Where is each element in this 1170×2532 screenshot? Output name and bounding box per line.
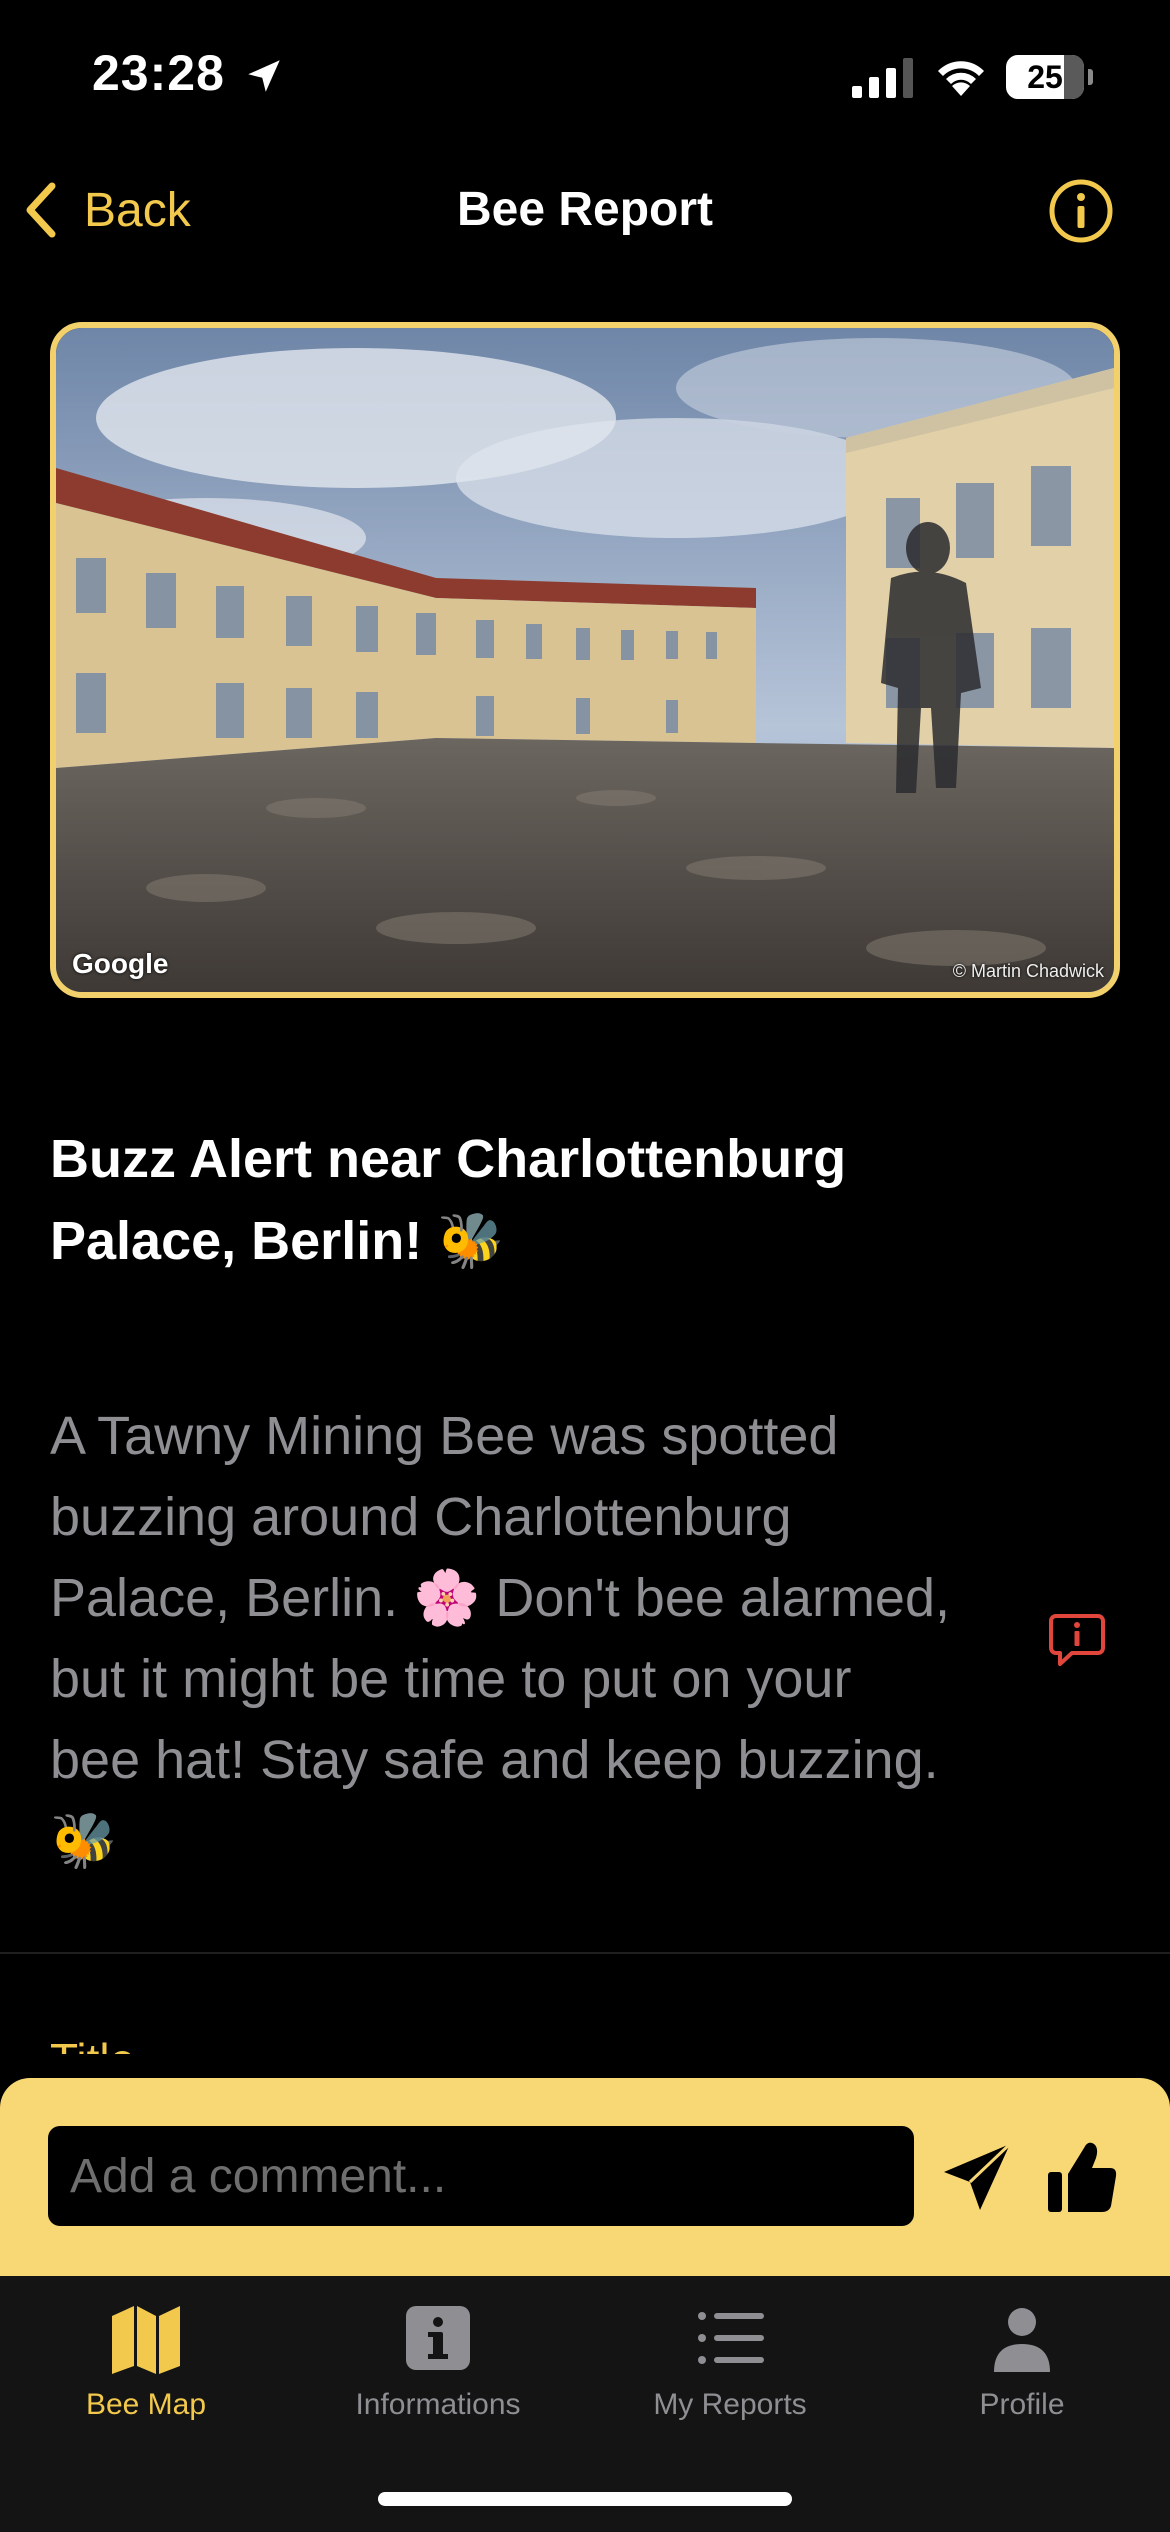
send-icon[interactable] [940, 2140, 1014, 2214]
tab-profile[interactable]: Profile [876, 2300, 1168, 2450]
info-circle-icon[interactable] [1048, 178, 1114, 244]
page-title: Bee Report [456, 183, 714, 236]
map-icon [112, 2306, 180, 2374]
status-bar: 23:28 25 [0, 0, 1170, 150]
tab-label: Informations [355, 2388, 521, 2421]
thumbs-up-icon[interactable] [1046, 2138, 1118, 2216]
navigation-bar: Back Bee Report [0, 160, 1170, 260]
street-view-image [56, 328, 1114, 992]
comment-input[interactable] [48, 2126, 914, 2226]
divider [0, 1952, 1170, 1954]
photo-watermark: Google [72, 948, 169, 979]
tab-label: My Reports [653, 2388, 807, 2421]
tab-my-reports[interactable]: My Reports [584, 2300, 876, 2450]
report-photo[interactable]: Google © Martin Chadwick [50, 322, 1120, 998]
battery-icon: 25 [1006, 55, 1093, 99]
section-label-title: Title [50, 2030, 135, 2054]
photo-credit: © Martin Chadwick [952, 961, 1104, 981]
wifi-icon [938, 61, 984, 96]
tab-informations[interactable]: Informations [292, 2300, 584, 2450]
report-description: A Tawny Mining Bee was spotted buzzing a… [50, 1406, 950, 1871]
report-flag-icon[interactable] [1048, 1612, 1106, 1668]
list-icon [698, 2312, 764, 2364]
report-title: Buzz Alert near Charlottenburg Palace, B… [50, 1129, 847, 1271]
info-square-icon [406, 2306, 470, 2370]
battery-level: 25 [1027, 59, 1063, 95]
tab-label: Profile [979, 2388, 1065, 2421]
tab-label: Bee Map [85, 2388, 207, 2421]
bee-report-screen: 23:28 25 Back Bee Report Google © Martin… [0, 0, 1170, 2532]
location-arrow-icon [248, 60, 280, 92]
home-indicator [378, 2492, 792, 2506]
person-icon [994, 2308, 1050, 2372]
comment-bar [0, 2078, 1170, 2276]
status-time: 23:28 [92, 45, 225, 101]
tab-bee-map[interactable]: Bee Map [0, 2300, 292, 2450]
cellular-signal-icon [852, 58, 913, 98]
